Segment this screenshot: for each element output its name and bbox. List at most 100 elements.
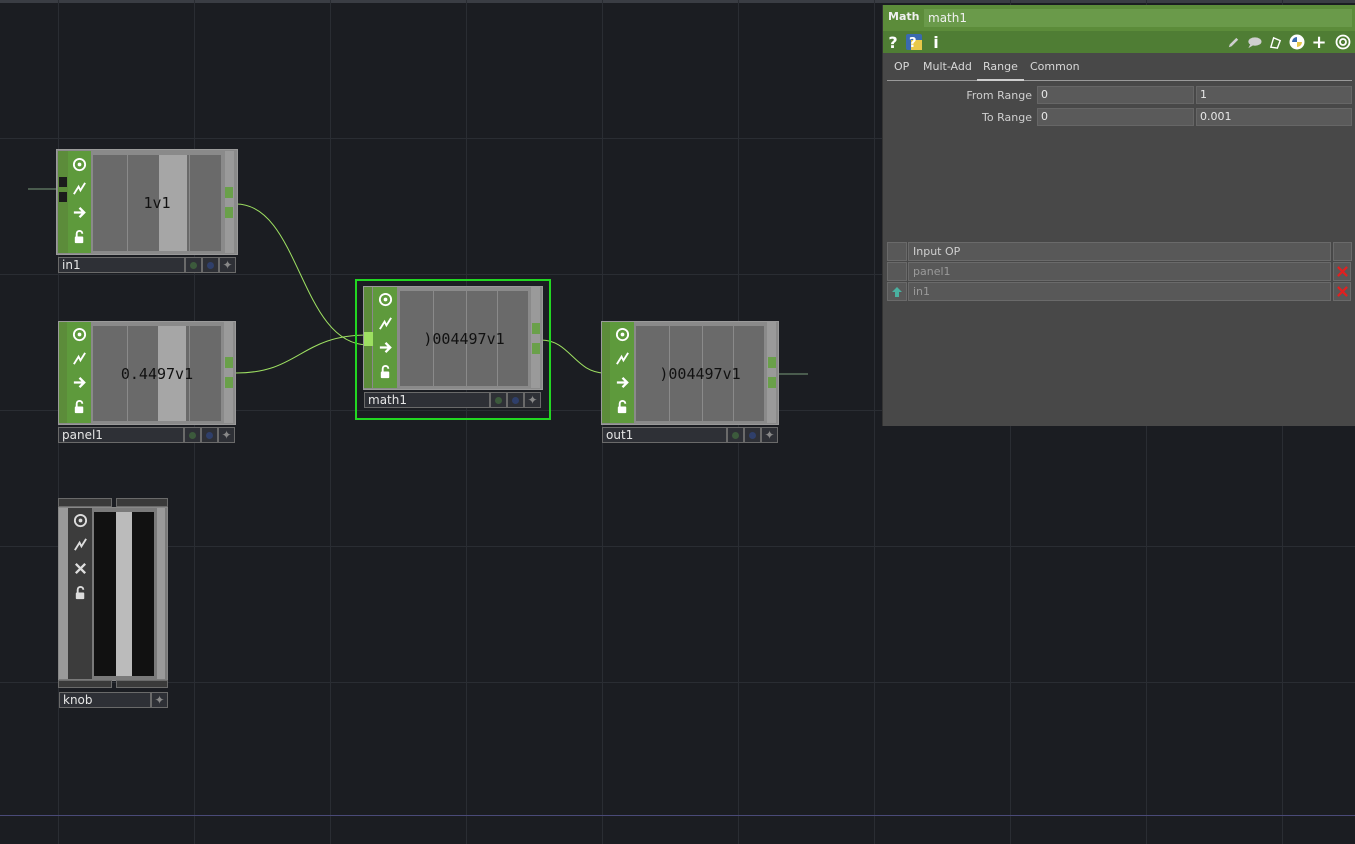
viewer-toggle-icon[interactable]: [610, 323, 634, 345]
node-right-strip: [767, 322, 776, 423]
operator-name-field[interactable]: math1: [924, 9, 1352, 27]
target-icon[interactable]: [1334, 33, 1352, 51]
remove-icon[interactable]: [1333, 262, 1351, 281]
output-connector[interactable]: [768, 357, 776, 368]
cook-flag-icon[interactable]: [610, 347, 634, 369]
node-name-label[interactable]: knob: [59, 692, 151, 708]
python-help-icon[interactable]: ?: [905, 33, 923, 51]
node-out1[interactable]: )004497v1 out1 ✦: [601, 321, 779, 445]
grid-line: [0, 546, 1355, 547]
row-handle[interactable]: [887, 282, 907, 301]
node-knob[interactable]: knob ✦: [58, 498, 169, 710]
display-flag-button[interactable]: [490, 392, 507, 408]
render-flag-button[interactable]: [507, 392, 524, 408]
info-icon[interactable]: i: [931, 33, 941, 52]
comp-bottom-tab: [116, 680, 168, 688]
grid-line: [874, 0, 875, 844]
output-connector[interactable]: [532, 323, 540, 334]
node-in1[interactable]: 1v1 in1 ✦: [56, 149, 238, 275]
node-name-label[interactable]: out1: [602, 427, 727, 443]
export-arrow-icon[interactable]: [373, 336, 397, 358]
lock-icon[interactable]: [67, 395, 91, 417]
comp-top-tab: [58, 498, 112, 507]
output-connector[interactable]: [225, 207, 233, 218]
edit-pencil-icon[interactable]: [1224, 33, 1242, 51]
node-right-strip: [531, 287, 540, 388]
cook-flag-icon[interactable]: [373, 312, 397, 334]
tab-mult-add[interactable]: Mult-Add: [923, 60, 972, 79]
render-flag-button[interactable]: [201, 427, 218, 443]
input-connector[interactable]: [59, 177, 67, 187]
node-left-strip: [58, 151, 68, 253]
row-handle[interactable]: [887, 262, 907, 281]
add-icon[interactable]: +: [1311, 32, 1327, 53]
tab-range[interactable]: Range: [977, 60, 1024, 81]
node-nameplate: math1 ✦: [364, 392, 541, 408]
export-arrow-icon[interactable]: [68, 201, 91, 223]
expand-button[interactable]: ✦: [218, 427, 235, 443]
cook-flag-icon[interactable]: [68, 177, 91, 199]
node-right-strip: [225, 151, 234, 253]
cook-flag-icon[interactable]: [68, 533, 92, 555]
export-arrow-icon[interactable]: [67, 371, 91, 393]
lock-icon[interactable]: [373, 360, 397, 382]
viewer-toggle-icon[interactable]: [373, 288, 397, 310]
output-connector[interactable]: [225, 377, 233, 388]
to-range-field-1[interactable]: 0: [1037, 108, 1194, 126]
node-icon-column: [373, 287, 397, 388]
to-range-field-2[interactable]: 0.001: [1196, 108, 1352, 126]
input-table-header: Input OP: [908, 242, 1331, 261]
remove-icon[interactable]: [1333, 282, 1351, 301]
render-flag-button[interactable]: [202, 257, 219, 273]
node-value: 1v1: [143, 194, 171, 212]
python-icon[interactable]: [1288, 33, 1306, 51]
node-name-label[interactable]: in1: [58, 257, 185, 273]
node-icon-column: [68, 151, 91, 253]
expand-button[interactable]: ✦: [761, 427, 778, 443]
node-icon-column: [610, 322, 634, 423]
tab-common[interactable]: Common: [1030, 60, 1080, 79]
help-icon[interactable]: ?: [887, 33, 899, 52]
close-icon[interactable]: [68, 557, 92, 579]
clone-icon[interactable]: [1266, 33, 1284, 51]
move-up-icon[interactable]: [891, 286, 903, 298]
lock-icon[interactable]: [68, 225, 91, 247]
from-range-field-2[interactable]: 1: [1196, 86, 1352, 104]
expand-button[interactable]: ✦: [524, 392, 541, 408]
display-flag-button[interactable]: [727, 427, 744, 443]
wire-panel1-to-math1: [235, 334, 369, 374]
comment-icon[interactable]: [1245, 33, 1263, 51]
input-op-row[interactable]: panel1: [908, 262, 1331, 281]
expand-button[interactable]: ✦: [219, 257, 236, 273]
output-connector[interactable]: [225, 187, 233, 198]
lock-icon[interactable]: [68, 581, 92, 603]
node-panel1[interactable]: 0.4497v1 panel1 ✦: [58, 321, 236, 445]
comp-top-tab: [116, 498, 168, 507]
input-op-row[interactable]: in1: [908, 282, 1331, 301]
output-connector[interactable]: [532, 343, 540, 354]
lock-icon[interactable]: [610, 395, 634, 417]
tab-op[interactable]: OP: [894, 60, 909, 79]
node-value: )004497v1: [423, 329, 505, 348]
viewer-toggle-icon[interactable]: [68, 153, 91, 175]
display-flag-button[interactable]: [185, 257, 202, 273]
input-connector[interactable]: [59, 192, 67, 202]
export-arrow-icon[interactable]: [610, 371, 634, 393]
render-flag-button[interactable]: [744, 427, 761, 443]
viewer-toggle-icon[interactable]: [68, 509, 92, 531]
viewer-toggle-icon[interactable]: [67, 323, 91, 345]
node-math1[interactable]: )004497v1 math1 ✦: [363, 286, 543, 410]
node-viewer: 1v1: [93, 155, 221, 251]
node-name-label[interactable]: math1: [364, 392, 490, 408]
node-value: 0.4497v1: [120, 364, 194, 383]
display-flag-button[interactable]: [184, 427, 201, 443]
node-name-label[interactable]: panel1: [58, 427, 184, 443]
parameter-toolbar: ? ? i +: [883, 31, 1355, 53]
to-range-label: To Range: [982, 111, 1032, 124]
output-connector[interactable]: [768, 377, 776, 388]
output-connector[interactable]: [225, 357, 233, 368]
cook-flag-icon[interactable]: [67, 347, 91, 369]
node-left-strip: [602, 322, 610, 423]
from-range-field-1[interactable]: 0: [1037, 86, 1194, 104]
expand-button[interactable]: ✦: [151, 692, 168, 708]
